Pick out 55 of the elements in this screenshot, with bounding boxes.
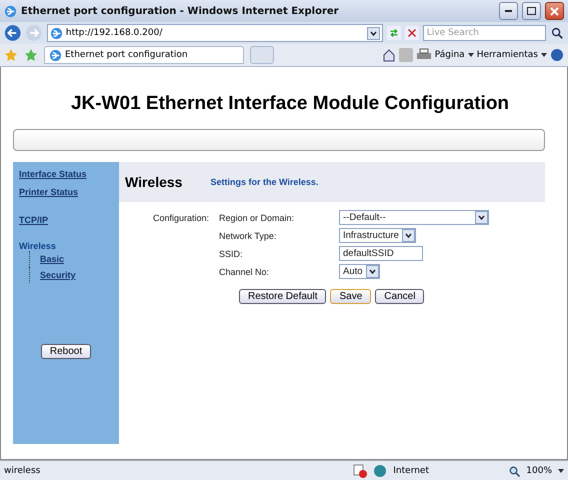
group-label: Configuration: <box>152 212 209 222</box>
browser-icon <box>50 26 63 40</box>
star-icon[interactable] <box>4 48 18 62</box>
refresh-icon[interactable] <box>386 25 401 41</box>
zoom-level[interactable]: 100% <box>526 466 552 476</box>
close-button[interactable] <box>545 2 564 20</box>
caret-icon[interactable] <box>558 469 564 473</box>
field-label: SSID: <box>219 248 244 258</box>
select-field[interactable]: --Default-- <box>339 210 489 225</box>
section-subtitle: Settings for the Wireless. <box>210 177 318 187</box>
close-icon <box>550 6 559 16</box>
form-button[interactable]: Restore Default <box>239 289 326 304</box>
caret-icon[interactable] <box>541 53 547 57</box>
browser-icon <box>49 48 62 62</box>
reboot-button[interactable]: Reboot <box>40 344 92 359</box>
window-title: Ethernet port configuration - Windows Internet Explorer <box>21 6 340 16</box>
caret-icon[interactable] <box>468 53 474 57</box>
nav-link[interactable]: Wireless <box>19 241 113 251</box>
field-label: Channel No: <box>219 266 270 276</box>
select-field[interactable]: Auto <box>339 264 380 279</box>
nav-link[interactable]: Printer Status <box>19 187 113 197</box>
maximize-button[interactable] <box>522 2 541 20</box>
form-button[interactable]: Cancel <box>375 289 424 304</box>
stop-icon[interactable] <box>404 25 419 41</box>
back-icon[interactable] <box>4 23 22 43</box>
dropdown-icon[interactable] <box>366 265 379 278</box>
home-icon[interactable] <box>382 48 396 62</box>
browser-tab[interactable]: Ethernet port configuration <box>44 46 244 64</box>
dropdown-icon[interactable] <box>366 26 380 40</box>
status-text: wireless <box>4 466 42 476</box>
section-title: Wireless <box>125 174 182 190</box>
nav-link[interactable]: Interface Status <box>19 169 113 179</box>
blocked-icon <box>353 464 368 478</box>
dropdown-icon[interactable] <box>475 211 488 224</box>
command-menu[interactable]: Herramientas <box>476 50 538 60</box>
command-menu[interactable]: Página <box>434 50 465 60</box>
dropdown-icon[interactable] <box>402 229 415 242</box>
form-button[interactable]: Save <box>330 289 372 304</box>
search-icon[interactable] <box>550 25 564 41</box>
minimize-icon <box>505 10 512 12</box>
select-field[interactable]: Infrastructure <box>339 228 416 243</box>
nav-link[interactable]: Security <box>40 270 76 280</box>
maximize-icon <box>527 7 536 15</box>
nav-link[interactable]: TCP/IP <box>19 215 113 225</box>
page-heading: JK-W01 Ethernet Interface Module Configuration <box>70 92 510 116</box>
zoom-icon[interactable] <box>509 466 520 476</box>
field-label: Region or Domain: <box>219 212 296 222</box>
browser-icon <box>4 4 17 18</box>
minimize-button[interactable] <box>499 2 518 20</box>
input-field[interactable]: defaultSSID <box>339 246 423 261</box>
zone-text: Internet <box>393 466 430 476</box>
nav-link[interactable]: Basic <box>40 254 64 264</box>
printer-icon[interactable] <box>416 48 432 62</box>
field-label: Network Type: <box>219 230 278 240</box>
address-field[interactable]: http://192.168.0.200/ <box>46 24 383 42</box>
